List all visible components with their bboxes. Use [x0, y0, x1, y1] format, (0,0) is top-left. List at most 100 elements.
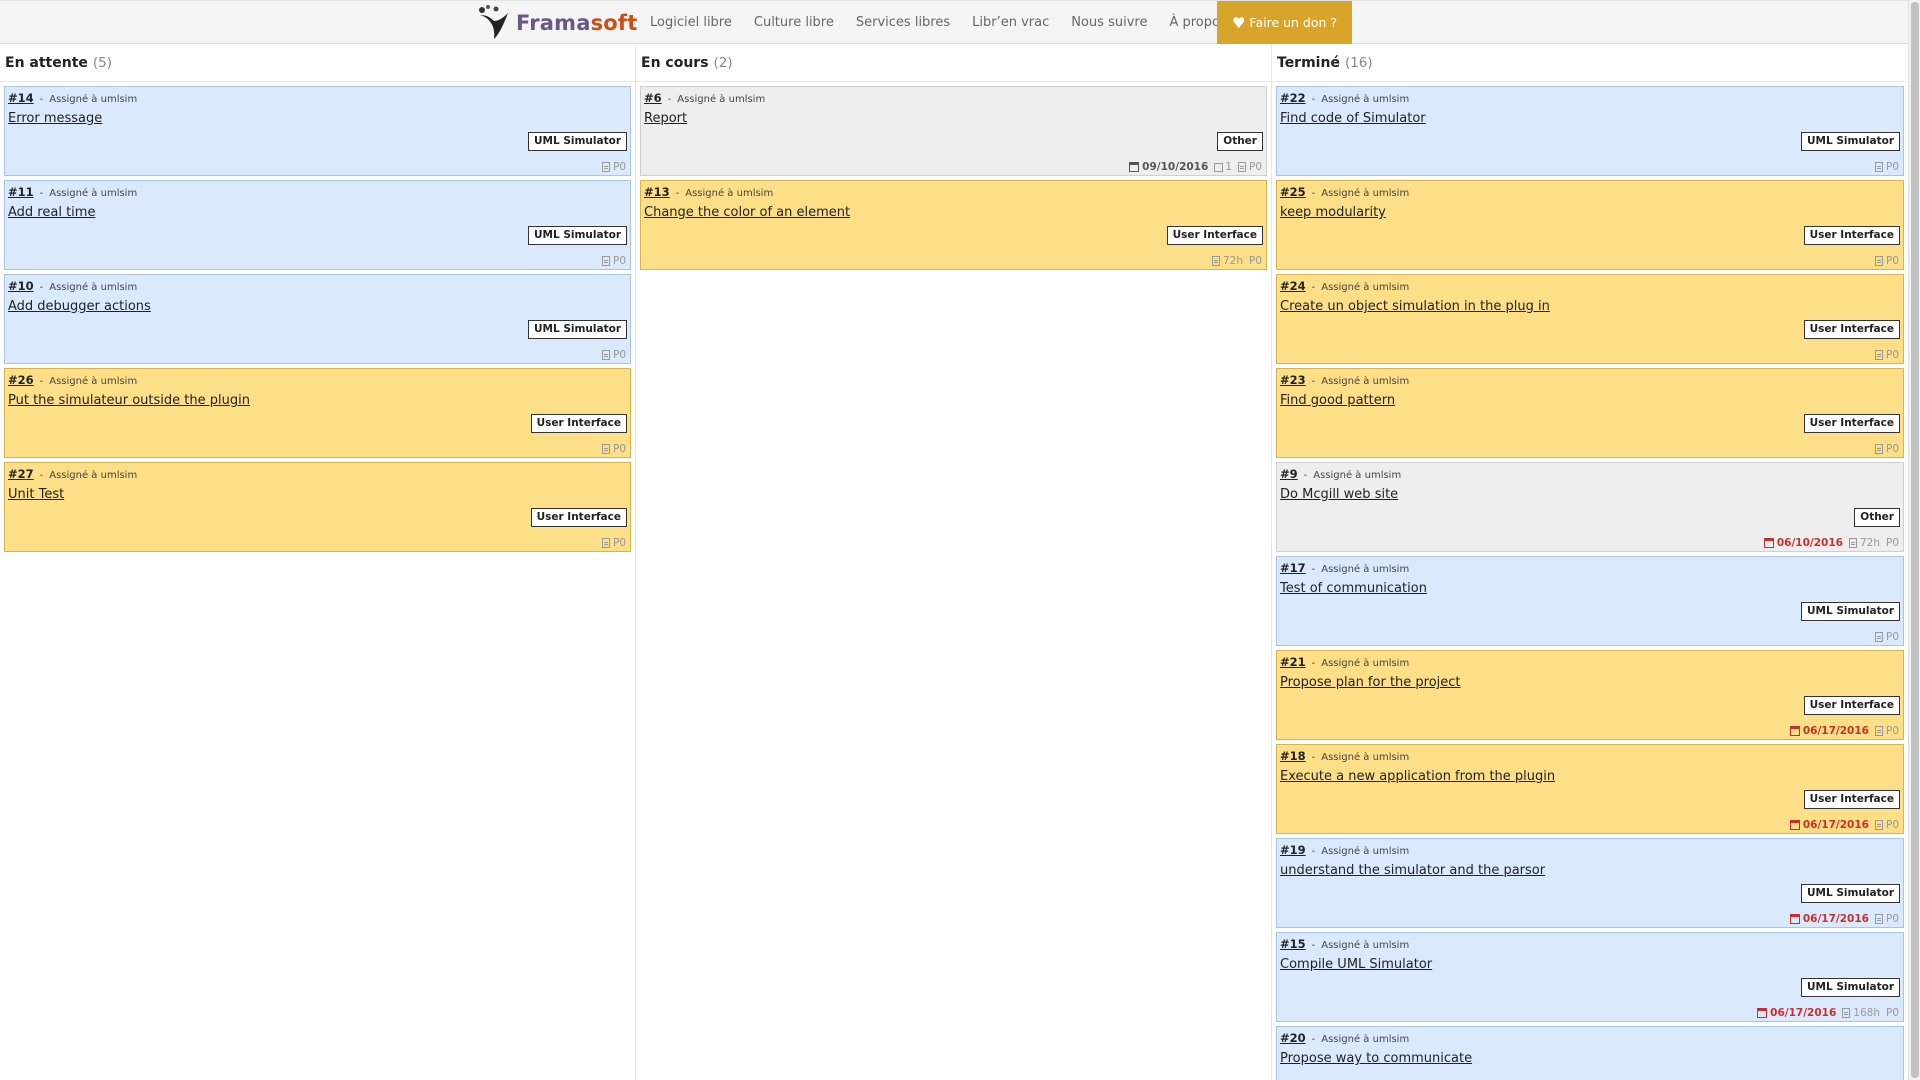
task-id-link[interactable]: #6: [644, 91, 662, 105]
category-badge: User Interface: [1803, 414, 1900, 433]
task-id-link[interactable]: #22: [1280, 91, 1306, 105]
task-id-link[interactable]: #11: [8, 185, 34, 199]
heart-icon: ♥: [1231, 13, 1246, 32]
scrollbar-thumb[interactable]: [1911, 2, 1919, 1078]
task-card[interactable]: #14- Assigné à umlsim Error message UML Sim…: [4, 86, 631, 176]
column-header: Terminé (16): [1272, 44, 1908, 82]
task-title-link[interactable]: Propose plan for the project: [1280, 675, 1461, 690]
task-title-link[interactable]: Execute a new application from the plugi…: [1280, 769, 1555, 784]
task-id-link[interactable]: #21: [1280, 655, 1306, 669]
task-title-link[interactable]: Add real time: [8, 205, 95, 220]
task-title-link[interactable]: Unit Test: [8, 487, 64, 502]
external-link-icon: [1214, 162, 1224, 172]
card-footer: P0: [601, 443, 626, 455]
card-footer: 09/10/2016 1 P0: [1129, 161, 1262, 173]
framasoft-logo[interactable]: Framasoft: [474, 4, 638, 42]
task-card[interactable]: #25- Assigné à umlsim keep modularity User …: [1276, 180, 1904, 270]
task-id-link[interactable]: #10: [8, 279, 34, 293]
task-card[interactable]: #27- Assigné à umlsim Unit Test User Interf…: [4, 462, 631, 552]
task-title-link[interactable]: Test of communication: [1280, 581, 1427, 596]
task-title-link[interactable]: Compile UML Simulator: [1280, 957, 1432, 972]
task-card[interactable]: #19- Assigné à umlsim understand the simul…: [1276, 838, 1904, 928]
task-card[interactable]: #15- Assigné à umlsim Compile UML Simulato…: [1276, 932, 1904, 1022]
task-card[interactable]: #6- Assigné à umlsim Report Other 09/10/2016…: [640, 86, 1267, 176]
card-footer: P0: [601, 161, 626, 173]
task-card[interactable]: #9- Assigné à umlsim Do Mcgill web site Oth…: [1276, 462, 1904, 552]
task-id-link[interactable]: #13: [644, 185, 670, 199]
task-title-link[interactable]: Error message: [8, 111, 102, 126]
task-id-link[interactable]: #17: [1280, 561, 1306, 575]
card-header: #6- Assigné à umlsim: [644, 91, 765, 105]
nav-link-libr-en-vrac[interactable]: Libr’en vrac: [972, 15, 1049, 30]
task-title-link[interactable]: Find good pattern: [1280, 393, 1395, 408]
vertical-scrollbar[interactable]: [1908, 0, 1920, 1080]
task-card[interactable]: #22- Assigné à umlsim Find code of Simulat…: [1276, 86, 1904, 176]
column-count: (2): [713, 54, 733, 71]
task-title-link[interactable]: Put the simulateur outside the plugin: [8, 393, 250, 408]
separator: -: [667, 94, 672, 105]
task-title-link[interactable]: Create un object simulation in the plug …: [1280, 299, 1550, 314]
category-badge: User Interface: [530, 508, 627, 527]
due-date-text: 06/17/2016: [1770, 1007, 1837, 1019]
task-assignee: Assigné à umlsim: [1321, 1034, 1410, 1045]
document-icon: [1874, 162, 1883, 172]
task-id-link[interactable]: #15: [1280, 937, 1306, 951]
task-id-link[interactable]: #25: [1280, 185, 1306, 199]
card-footer: 06/17/2016 P0: [1789, 725, 1899, 737]
task-title-link[interactable]: understand the simulator and the parsor: [1280, 863, 1545, 878]
task-card[interactable]: #23- Assigné à umlsim Find good pattern Use…: [1276, 368, 1904, 458]
document-icon: [601, 538, 610, 548]
task-assignee: Assigné à umlsim: [1321, 658, 1410, 669]
task-id-link[interactable]: #18: [1280, 749, 1306, 763]
nav-link-services-libres[interactable]: Services libres: [856, 15, 950, 30]
task-id-link[interactable]: #19: [1280, 843, 1306, 857]
task-card[interactable]: #26- Assigné à umlsim Put the simulateur o…: [4, 368, 631, 458]
priority: P0: [612, 443, 626, 455]
nav-link-culture-libre[interactable]: Culture libre: [754, 15, 834, 30]
due-date-text: 06/17/2016: [1802, 913, 1869, 925]
task-assignee: Assigné à umlsim: [1321, 940, 1410, 951]
task-id-link[interactable]: #14: [8, 91, 34, 105]
task-card[interactable]: #10- Assigné à umlsim Add debugger actions…: [4, 274, 631, 364]
task-title-link[interactable]: Report: [644, 111, 687, 126]
donate-button[interactable]: ♥ Faire un don ?: [1217, 1, 1352, 44]
document-icon: [1874, 256, 1883, 266]
card-footer: P0: [601, 255, 626, 267]
separator: -: [39, 188, 44, 199]
task-card[interactable]: #11- Assigné à umlsim Add real time UML Sim…: [4, 180, 631, 270]
task-title-link[interactable]: keep modularity: [1280, 205, 1386, 220]
task-title-link[interactable]: Propose way to communicate: [1280, 1051, 1472, 1066]
document-icon: [1874, 444, 1883, 454]
nav-link-nous-suivre[interactable]: Nous suivre: [1071, 15, 1147, 30]
separator: -: [1311, 752, 1316, 763]
task-id-link[interactable]: #23: [1280, 373, 1306, 387]
nav-link-logiciel-libre[interactable]: Logiciel libre: [650, 15, 732, 30]
task-id-link[interactable]: #27: [8, 467, 34, 481]
task-card[interactable]: #21- Assigné à umlsim Propose plan for the…: [1276, 650, 1904, 740]
category-badge: UML Simulator: [528, 132, 627, 151]
task-card[interactable]: #17- Assigné à umlsim Test of communicatio…: [1276, 556, 1904, 646]
task-title-link[interactable]: Find code of Simulator: [1280, 111, 1426, 126]
task-card[interactable]: #24- Assigné à umlsim Create un object sim…: [1276, 274, 1904, 364]
task-assignee: Assigné à umlsim: [49, 376, 138, 387]
brand-name: Framasoft: [516, 11, 638, 35]
task-title-link[interactable]: Change the color of an element: [644, 205, 850, 220]
task-id-link[interactable]: #20: [1280, 1031, 1306, 1045]
task-assignee: Assigné à umlsim: [49, 188, 138, 199]
card-header: #15- Assigné à umlsim: [1280, 937, 1409, 951]
priority: P0: [1885, 255, 1899, 267]
task-title-link[interactable]: Do Mcgill web site: [1280, 487, 1398, 502]
task-card[interactable]: #20- Assigné à umlsim Propose way to commu…: [1276, 1026, 1904, 1080]
task-id-link[interactable]: #24: [1280, 279, 1306, 293]
card-footer: P0: [1874, 443, 1899, 455]
column-cards: #22 - Assigné à umlsim Find code of Simulat…: [1272, 82, 1908, 1080]
priority: P0: [1885, 1007, 1899, 1019]
card-header: #18- Assigné à umlsim: [1280, 749, 1409, 763]
card-footer: 72h P0: [1211, 255, 1262, 267]
task-title-link[interactable]: Add debugger actions: [8, 299, 151, 314]
task-card[interactable]: #18- Assigné à umlsim Execute a new applic…: [1276, 744, 1904, 834]
task-card[interactable]: #13- Assigné à umlsim Change the color of …: [640, 180, 1267, 270]
task-id-link[interactable]: #26: [8, 373, 34, 387]
task-assignee: Assigné à umlsim: [685, 188, 774, 199]
task-id-link[interactable]: #9: [1280, 467, 1298, 481]
